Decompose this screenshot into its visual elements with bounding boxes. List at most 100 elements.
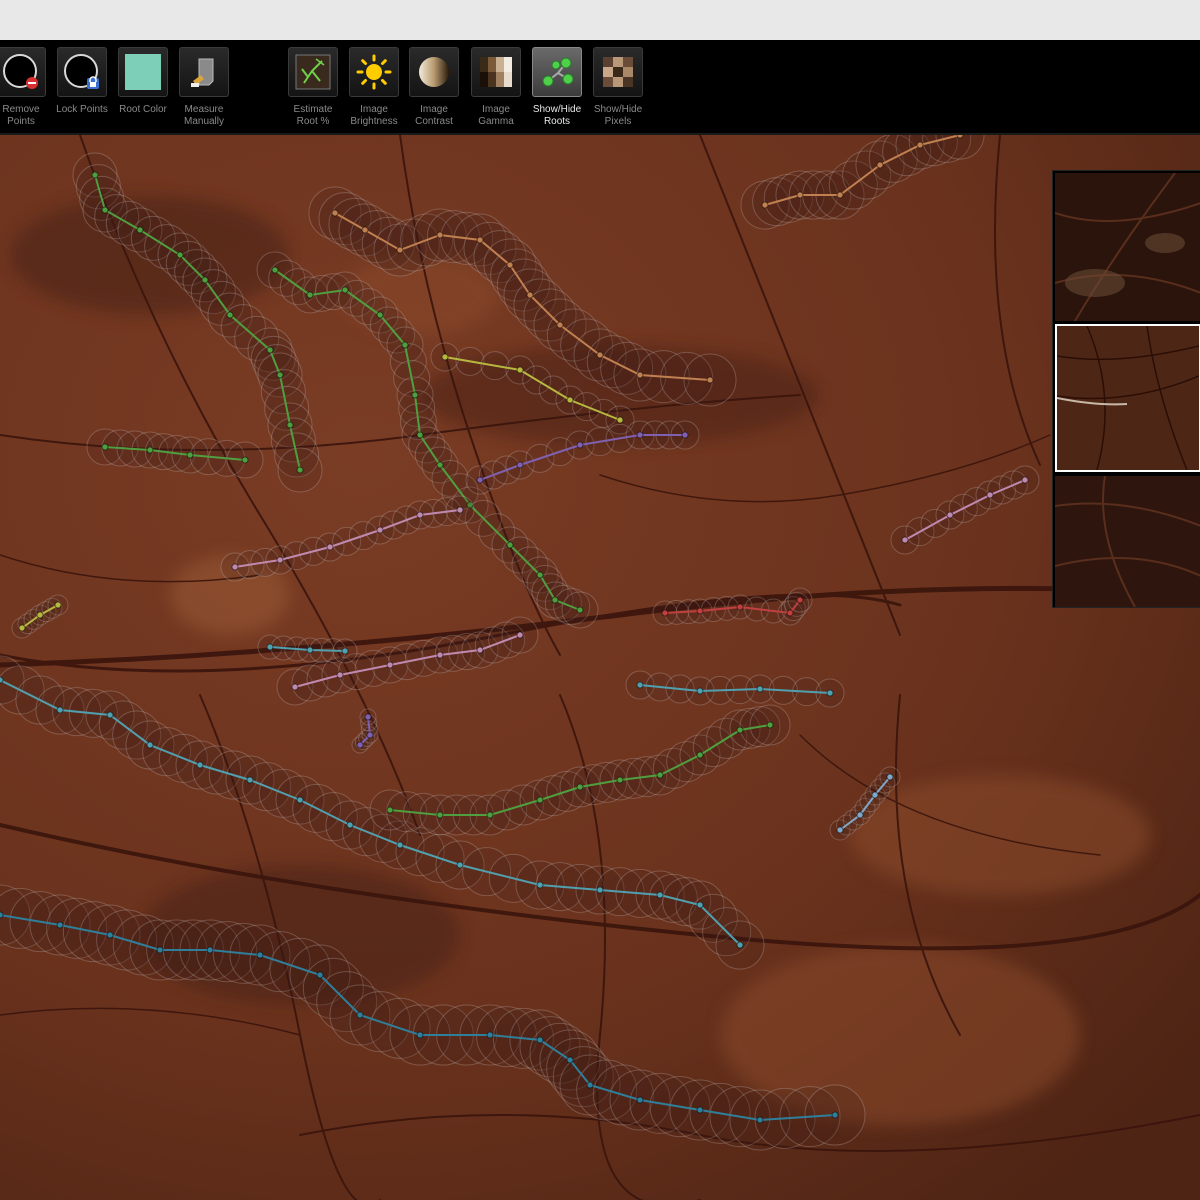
root-point[interactable]: [576, 441, 584, 449]
root-point[interactable]: [326, 543, 334, 551]
root-point[interactable]: [766, 721, 774, 729]
lock-points-tool[interactable]: Lock Points: [50, 46, 114, 132]
root-point[interactable]: [526, 291, 534, 299]
root-point[interactable]: [536, 1036, 544, 1044]
root-point[interactable]: [796, 596, 804, 604]
remove-points-button[interactable]: [0, 47, 46, 97]
show-hide-roots-tool[interactable]: Show/Hide Roots: [525, 46, 589, 132]
thumbnail-3[interactable]: [1055, 476, 1200, 624]
root-point[interactable]: [306, 646, 314, 654]
root-point[interactable]: [636, 431, 644, 439]
root-point[interactable]: [436, 651, 444, 659]
root-point[interactable]: [586, 1081, 594, 1089]
root-image-viewer[interactable]: [0, 135, 1200, 1200]
root-point[interactable]: [401, 341, 409, 349]
root-point[interactable]: [376, 526, 384, 534]
root-point[interactable]: [0, 911, 4, 919]
root-point[interactable]: [696, 607, 704, 615]
measure-manually-tool[interactable]: Measure Manually: [172, 46, 236, 132]
root-point[interactable]: [346, 821, 354, 829]
root-point[interactable]: [576, 783, 584, 791]
root-point[interactable]: [796, 191, 804, 199]
root-point[interactable]: [101, 206, 109, 214]
root-point[interactable]: [376, 311, 384, 319]
root-point[interactable]: [18, 624, 26, 632]
root-point[interactable]: [436, 811, 444, 819]
root-point[interactable]: [271, 266, 279, 274]
root-point[interactable]: [241, 456, 249, 464]
root-point[interactable]: [786, 609, 794, 617]
root-point[interactable]: [636, 1096, 644, 1104]
root-point[interactable]: [276, 556, 284, 564]
root-point[interactable]: [456, 861, 464, 869]
root-point[interactable]: [736, 603, 744, 611]
root-point[interactable]: [436, 231, 444, 239]
root-image[interactable]: [0, 135, 1200, 1200]
root-point[interactable]: [356, 741, 364, 749]
root-point[interactable]: [56, 706, 64, 714]
root-point[interactable]: [536, 796, 544, 804]
root-point[interactable]: [636, 681, 644, 689]
show-hide-pixels-button[interactable]: [593, 47, 643, 97]
root-point[interactable]: [316, 971, 324, 979]
root-point[interactable]: [696, 1106, 704, 1114]
thumbnail-2[interactable]: [1055, 324, 1200, 472]
root-point[interactable]: [196, 761, 204, 769]
root-point[interactable]: [416, 1031, 424, 1039]
root-point[interactable]: [886, 773, 894, 781]
root-point[interactable]: [206, 946, 214, 954]
root-point[interactable]: [616, 776, 624, 784]
root-point[interactable]: [441, 353, 449, 361]
root-point[interactable]: [506, 261, 514, 269]
root-point[interactable]: [361, 226, 369, 234]
root-color-button[interactable]: [118, 47, 168, 97]
estimate-root-tool[interactable]: Estimate Root %: [281, 46, 345, 132]
root-point[interactable]: [416, 431, 424, 439]
root-point[interactable]: [706, 376, 714, 384]
root-point[interactable]: [226, 311, 234, 319]
image-brightness-tool[interactable]: Image Brightness: [342, 46, 406, 132]
root-point[interactable]: [736, 941, 744, 949]
root-point[interactable]: [551, 596, 559, 604]
root-point[interactable]: [256, 951, 264, 959]
root-point[interactable]: [516, 631, 524, 639]
root-point[interactable]: [616, 416, 624, 424]
root-point[interactable]: [661, 609, 669, 617]
root-point[interactable]: [901, 536, 909, 544]
root-point[interactable]: [231, 563, 239, 571]
root-point[interactable]: [136, 226, 144, 234]
image-brightness-button[interactable]: [349, 47, 399, 97]
root-point[interactable]: [54, 601, 62, 609]
root-point[interactable]: [826, 689, 834, 697]
image-contrast-tool[interactable]: Image Contrast: [402, 46, 466, 132]
root-point[interactable]: [831, 1111, 839, 1119]
root-point[interactable]: [576, 606, 584, 614]
root-point[interactable]: [396, 841, 404, 849]
root-point[interactable]: [436, 461, 444, 469]
root-point[interactable]: [681, 431, 689, 439]
root-point[interactable]: [946, 511, 954, 519]
root-point[interactable]: [186, 451, 194, 459]
root-point[interactable]: [341, 647, 349, 655]
root-point[interactable]: [761, 201, 769, 209]
show-hide-roots-button[interactable]: [532, 47, 582, 97]
image-gamma-tool[interactable]: Image Gamma: [464, 46, 528, 132]
root-point[interactable]: [146, 446, 154, 454]
root-point[interactable]: [0, 676, 4, 684]
root-point[interactable]: [91, 171, 99, 179]
root-point[interactable]: [331, 209, 339, 217]
root-point[interactable]: [286, 421, 294, 429]
root-point[interactable]: [916, 141, 924, 149]
root-point[interactable]: [156, 946, 164, 954]
root-point[interactable]: [871, 791, 879, 799]
root-point[interactable]: [476, 476, 484, 484]
root-point[interactable]: [656, 771, 664, 779]
root-point[interactable]: [476, 236, 484, 244]
root-point[interactable]: [386, 661, 394, 669]
root-point[interactable]: [36, 611, 44, 619]
root-point[interactable]: [296, 466, 304, 474]
root-point[interactable]: [336, 671, 344, 679]
root-point[interactable]: [386, 806, 394, 814]
root-point[interactable]: [266, 346, 274, 354]
root-point[interactable]: [291, 683, 299, 691]
